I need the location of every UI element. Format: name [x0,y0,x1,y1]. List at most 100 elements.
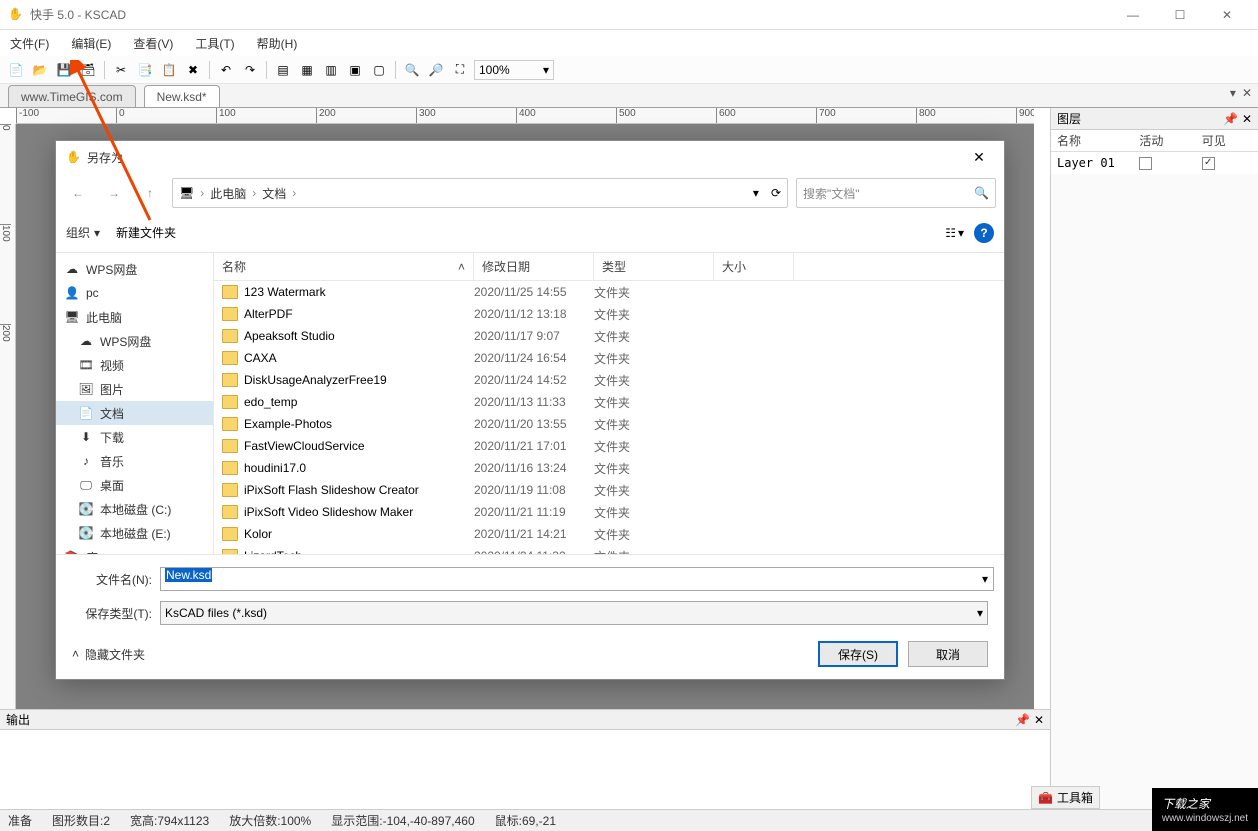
delete-icon[interactable]: ✖ [183,60,203,80]
open-icon[interactable]: 📂 [30,60,50,80]
tree-item[interactable]: 🎞视频 [56,353,213,377]
copy-icon[interactable]: 📑 [135,60,155,80]
align5-icon[interactable]: ▢ [369,60,389,80]
minimize-button[interactable]: — [1110,0,1156,30]
pin-icon[interactable]: 📌 [1223,112,1238,126]
maximize-button[interactable]: ☐ [1157,0,1203,30]
list-item[interactable]: CAXA2020/11/24 16:54文件夹 [214,347,1004,369]
tree-item[interactable]: 🖵桌面 [56,473,213,497]
list-item[interactable]: 123 Watermark2020/11/25 14:55文件夹 [214,281,1004,303]
app-icon: ✋ [8,7,24,23]
tree-item[interactable]: 💽本地磁盘 (E:) [56,521,213,545]
nav-back-icon[interactable]: ← [64,179,92,207]
fit-icon[interactable]: ⛶ [450,60,470,80]
save-button[interactable]: 保存(S) [818,641,898,667]
output-title: 输出 [6,711,30,728]
list-item[interactable]: DiskUsageAnalyzerFree192020/11/24 14:52文… [214,369,1004,391]
search-input[interactable]: 搜索"文档" 🔍 [796,178,996,208]
list-item[interactable]: Kolor2020/11/21 14:21文件夹 [214,523,1004,545]
layer-row[interactable]: Layer 01 [1051,152,1258,174]
tree-item[interactable]: ☁WPS网盘 [56,257,213,281]
list-item[interactable]: Example-Photos2020/11/20 13:55文件夹 [214,413,1004,435]
tab-newksd[interactable]: New.ksd* [144,85,220,107]
tree-item[interactable]: 📚库 [56,545,213,554]
tree-item[interactable]: ♪音乐 [56,449,213,473]
organize-button[interactable]: 组织 ▾ [66,224,100,241]
align3-icon[interactable]: ▥ [321,60,341,80]
tree-item[interactable]: 💽本地磁盘 (C:) [56,497,213,521]
titlebar: ✋ 快手 5.0 - KSCAD — ☐ ✕ [0,0,1258,30]
paste-icon[interactable]: 📋 [159,60,179,80]
tree-item[interactable]: ⬇下载 [56,425,213,449]
toolbox-tab[interactable]: 🧰 工具箱 [1031,786,1100,809]
col-type[interactable]: 类型 [594,253,714,280]
saveall-icon[interactable]: 🗃 [78,60,98,80]
visible-checkbox[interactable] [1202,157,1215,170]
tree-item[interactable]: 📄文档 [56,401,213,425]
new-icon[interactable]: 📄 [6,60,26,80]
addr-dropdown-icon[interactable]: ▾ [753,186,759,200]
help-icon[interactable]: ? [974,223,994,243]
menu-help[interactable]: 帮助(H) [257,35,298,52]
zoomout-icon[interactable]: 🔎 [426,60,446,80]
close-button[interactable]: ✕ [1204,0,1250,30]
tab-dropdown-icon[interactable]: ▾ [1230,86,1236,100]
address-bar[interactable]: 🖥 › 此电脑 › 文档 › ▾ ⟳ [172,178,788,208]
redo-icon[interactable]: ↷ [240,60,260,80]
active-checkbox[interactable] [1139,157,1152,170]
save-icon[interactable]: 💾 [54,60,74,80]
col-name[interactable]: 名称˄ [214,253,474,280]
filename-input[interactable]: New.ksd [160,567,994,591]
menu-edit[interactable]: 编辑(E) [71,35,111,52]
chevron-up-icon: ˄ [72,647,79,661]
align-icon[interactable]: ▤ [273,60,293,80]
menu-file[interactable]: 文件(F) [10,35,49,52]
music-icon: ♪ [78,453,94,469]
video-icon: 🎞 [78,357,94,373]
tab-timegis[interactable]: www.TimeGIS.com [8,85,136,107]
tree-item[interactable]: 🖼图片 [56,377,213,401]
zoom-combo[interactable]: 100% ▾ [474,60,554,80]
list-item[interactable]: AlterPDF2020/11/12 13:18文件夹 [214,303,1004,325]
hide-folders-button[interactable]: ˄ 隐藏文件夹 [72,646,145,663]
zoom-value: 100% [479,63,510,77]
list-item[interactable]: iPixSoft Video Slideshow Maker2020/11/21… [214,501,1004,523]
list-item[interactable]: iPixSoft Flash Slideshow Creator2020/11/… [214,479,1004,501]
tree-item[interactable]: 👤pc [56,281,213,305]
cancel-button[interactable]: 取消 [908,641,988,667]
nav-up-icon[interactable]: ↑ [136,179,164,207]
output-panel: 输出 📌 ✕ [0,709,1050,809]
align2-icon[interactable]: ▦ [297,60,317,80]
tree-item[interactable]: 🖥此电脑 [56,305,213,329]
filename-dropdown-icon[interactable]: ▾ [982,572,988,586]
breadcrumb-root[interactable]: 此电脑 [210,185,246,202]
menu-view[interactable]: 查看(V) [133,35,173,52]
nav-forward-icon[interactable]: → [100,179,128,207]
menu-tools[interactable]: 工具(T) [195,35,234,52]
refresh-icon[interactable]: ⟳ [771,186,781,200]
list-item[interactable]: LizardTech2020/11/24 11:32文件夹 [214,545,1004,554]
align4-icon[interactable]: ▣ [345,60,365,80]
cut-icon[interactable]: ✂ [111,60,131,80]
pin-icon[interactable]: 📌 [1015,713,1030,727]
view-mode-button[interactable]: ☷ ▾ [945,226,964,240]
panel-close-icon[interactable]: ✕ [1242,112,1252,126]
list-item[interactable]: houdini17.02020/11/16 13:24文件夹 [214,457,1004,479]
dialog-close-button[interactable]: ✕ [964,142,994,172]
col-size[interactable]: 大小 [714,253,794,280]
new-folder-button[interactable]: 新建文件夹 [116,224,176,241]
list-item[interactable]: FastViewCloudService2020/11/21 17:01文件夹 [214,435,1004,457]
undo-icon[interactable]: ↶ [216,60,236,80]
tree-item[interactable]: ☁WPS网盘 [56,329,213,353]
list-item[interactable]: Apeaksoft Studio2020/11/17 9:07文件夹 [214,325,1004,347]
list-item[interactable]: edo_temp2020/11/13 11:33文件夹 [214,391,1004,413]
breadcrumb-folder[interactable]: 文档 [262,185,286,202]
tab-close-icon[interactable]: ✕ [1242,86,1252,100]
panel-close-icon[interactable]: ✕ [1034,713,1044,727]
folder-icon [222,329,238,343]
separator [209,61,210,79]
col-date[interactable]: 修改日期 [474,253,594,280]
filetype-select[interactable]: KsCAD files (*.ksd) ▾ [160,601,988,625]
zoomin-icon[interactable]: 🔍 [402,60,422,80]
cloud-icon: ☁ [78,333,94,349]
